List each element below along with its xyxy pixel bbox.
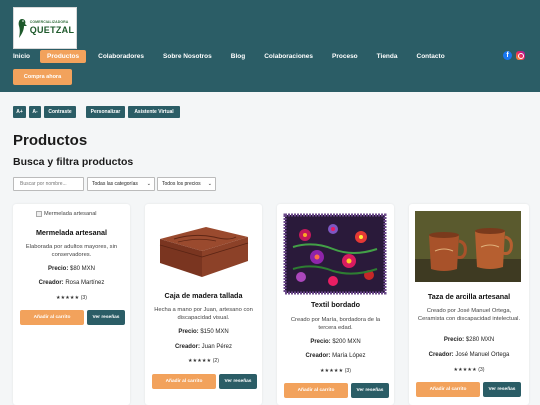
- product-rating: ★★★★★ (3): [409, 367, 529, 373]
- embroidered-textile-image: [283, 211, 388, 296]
- page-title: Productos: [13, 132, 88, 149]
- product-title: Caja de madera tallada: [164, 291, 243, 300]
- product-rating: ★★★★★ (3): [13, 295, 130, 301]
- price-select[interactable]: Todos los precios ⌄: [157, 177, 216, 191]
- clay-cups-image: [415, 211, 521, 282]
- product-card: Caja de madera tallada Hecha a mano por …: [145, 204, 262, 405]
- product-card: Textil bordado Creado por María, bordado…: [277, 204, 394, 405]
- nav-colaboradores[interactable]: Colaboradores: [98, 53, 144, 60]
- nav-productos[interactable]: Productos: [39, 49, 87, 63]
- category-select[interactable]: Todas las categorías ⌄: [87, 177, 155, 191]
- star-rating-icon: ★★★★★: [453, 367, 477, 373]
- creator-value: María López: [332, 353, 366, 359]
- logo-text: COMERCIALIZADORA QUETZAL: [30, 21, 75, 35]
- product-price: Precio: $280 MXN: [409, 337, 529, 343]
- price-value: $280 MXN: [465, 337, 495, 343]
- logo-big-text: QUETZAL: [29, 24, 75, 35]
- price-value: $150 MXN: [200, 329, 229, 335]
- buy-now-button[interactable]: Compra ahora: [13, 69, 72, 85]
- increase-font-button[interactable]: A+: [13, 106, 26, 118]
- product-title: Textil bordado: [311, 300, 360, 309]
- nav-sobre-nosotros[interactable]: Sobre Nosotros: [163, 53, 212, 60]
- customize-button[interactable]: Personalizar: [86, 106, 125, 118]
- add-to-cart-button[interactable]: Añadir al carrito: [152, 374, 216, 389]
- price-value: $80 MXN: [70, 266, 96, 272]
- creator-value: José Manuel Ortega: [455, 352, 510, 358]
- virtual-assistant-button[interactable]: Asistente Virtual: [128, 106, 180, 118]
- product-creator: Creador: María López: [277, 353, 394, 359]
- nav-colaboraciones[interactable]: Colaboraciones: [264, 53, 313, 60]
- quetzal-bird-icon: [18, 19, 27, 38]
- nav-proceso[interactable]: Proceso: [332, 53, 358, 60]
- creator-label: Creador:: [38, 280, 64, 286]
- product-image-broken: Mermelada artesanal: [36, 211, 97, 217]
- chevron-down-icon: ⌄: [146, 181, 151, 187]
- instagram-icon[interactable]: [516, 51, 525, 60]
- creator-label: Creador:: [305, 353, 331, 359]
- product-rating: ★★★★★ (2): [145, 358, 262, 364]
- creator-label: Creador:: [428, 352, 454, 358]
- price-label: Precio:: [178, 329, 199, 335]
- review-count: (3): [80, 295, 88, 301]
- review-count: (3): [344, 368, 352, 374]
- add-to-cart-button[interactable]: Añadir al carrito: [416, 382, 480, 397]
- facebook-icon[interactable]: f: [503, 51, 512, 60]
- logo-content: COMERCIALIZADORA QUETZAL: [16, 17, 75, 39]
- product-description: Hecha a mano por Juan, artesano con disc…: [154, 307, 253, 321]
- nav-tienda[interactable]: Tienda: [377, 53, 398, 60]
- product-image-alt: Mermelada artesanal: [44, 211, 97, 217]
- category-select-value: Todas las categorías: [92, 181, 138, 187]
- decrease-font-button[interactable]: A-: [29, 106, 41, 118]
- price-label: Precio:: [47, 266, 69, 272]
- broken-image-icon: [36, 211, 42, 217]
- nav-blog[interactable]: Blog: [231, 53, 245, 60]
- star-rating-icon: ★★★★★: [55, 295, 80, 301]
- product-description: Creado por José Manuel Ortega, Ceramista…: [417, 308, 521, 322]
- product-price: Precio: $200 MXN: [277, 339, 394, 345]
- product-card: Mermelada artesanal Mermelada artesanal …: [13, 204, 130, 405]
- product-creator: Creador: José Manuel Ortega: [409, 352, 529, 358]
- price-label: Precio:: [310, 339, 331, 345]
- review-count: (3): [478, 367, 485, 373]
- product-price: Precio: $80 MXN: [13, 266, 130, 272]
- product-description: Creado por María, bordadora de la tercer…: [290, 317, 381, 331]
- add-to-cart-button[interactable]: Añadir al carrito: [284, 383, 348, 398]
- add-to-cart-button[interactable]: Añadir al carrito: [20, 310, 84, 325]
- wooden-box-image: [154, 211, 253, 285]
- product-creator: Creador: Juan Pérez: [145, 344, 262, 350]
- view-reviews-button[interactable]: Ver reseñas: [483, 382, 521, 397]
- price-select-value: Todos los precios: [162, 181, 201, 187]
- price-value: $200 MXN: [332, 339, 361, 345]
- creator-value: Juan Pérez: [201, 344, 233, 350]
- product-price: Precio: $150 MXN: [145, 329, 262, 335]
- page-subtitle: Busca y filtra productos: [13, 156, 134, 168]
- product-creator: Creador: Rosa Martínez: [13, 280, 130, 286]
- chevron-down-icon: ⌄: [207, 181, 212, 187]
- product-title: Taza de arcilla artesanal: [427, 292, 511, 301]
- view-reviews-button[interactable]: Ver reseñas: [87, 310, 125, 325]
- star-rating-icon: ★★★★★: [319, 368, 344, 374]
- creator-label: Creador:: [174, 344, 200, 350]
- product-rating: ★★★★★ (3): [277, 368, 394, 374]
- review-count: (2): [212, 358, 220, 364]
- view-reviews-button[interactable]: Ver reseñas: [351, 383, 389, 398]
- nav-contacto[interactable]: Contacto: [417, 53, 445, 60]
- contrast-button[interactable]: Contraste: [44, 106, 76, 118]
- view-reviews-button[interactable]: Ver reseñas: [219, 374, 257, 389]
- star-rating-icon: ★★★★★: [187, 358, 212, 364]
- nav-inicio[interactable]: Inicio: [13, 53, 30, 60]
- product-title: Mermelada artesanal: [35, 228, 108, 237]
- product-description: Elaborada por adultos mayores, sin conse…: [25, 244, 118, 258]
- creator-value: Rosa Martínez: [65, 280, 105, 286]
- price-label: Precio:: [443, 337, 465, 343]
- main-nav: Inicio Productos Colaboradores Sobre Nos…: [13, 49, 464, 63]
- search-input[interactable]: Buscar por nombre...: [13, 177, 84, 191]
- brand-logo[interactable]: COMERCIALIZADORA QUETZAL: [13, 7, 77, 49]
- site-header: COMERCIALIZADORA QUETZAL Inicio Producto…: [0, 0, 540, 92]
- product-card: Taza de arcilla artesanal Creado por Jos…: [409, 204, 529, 405]
